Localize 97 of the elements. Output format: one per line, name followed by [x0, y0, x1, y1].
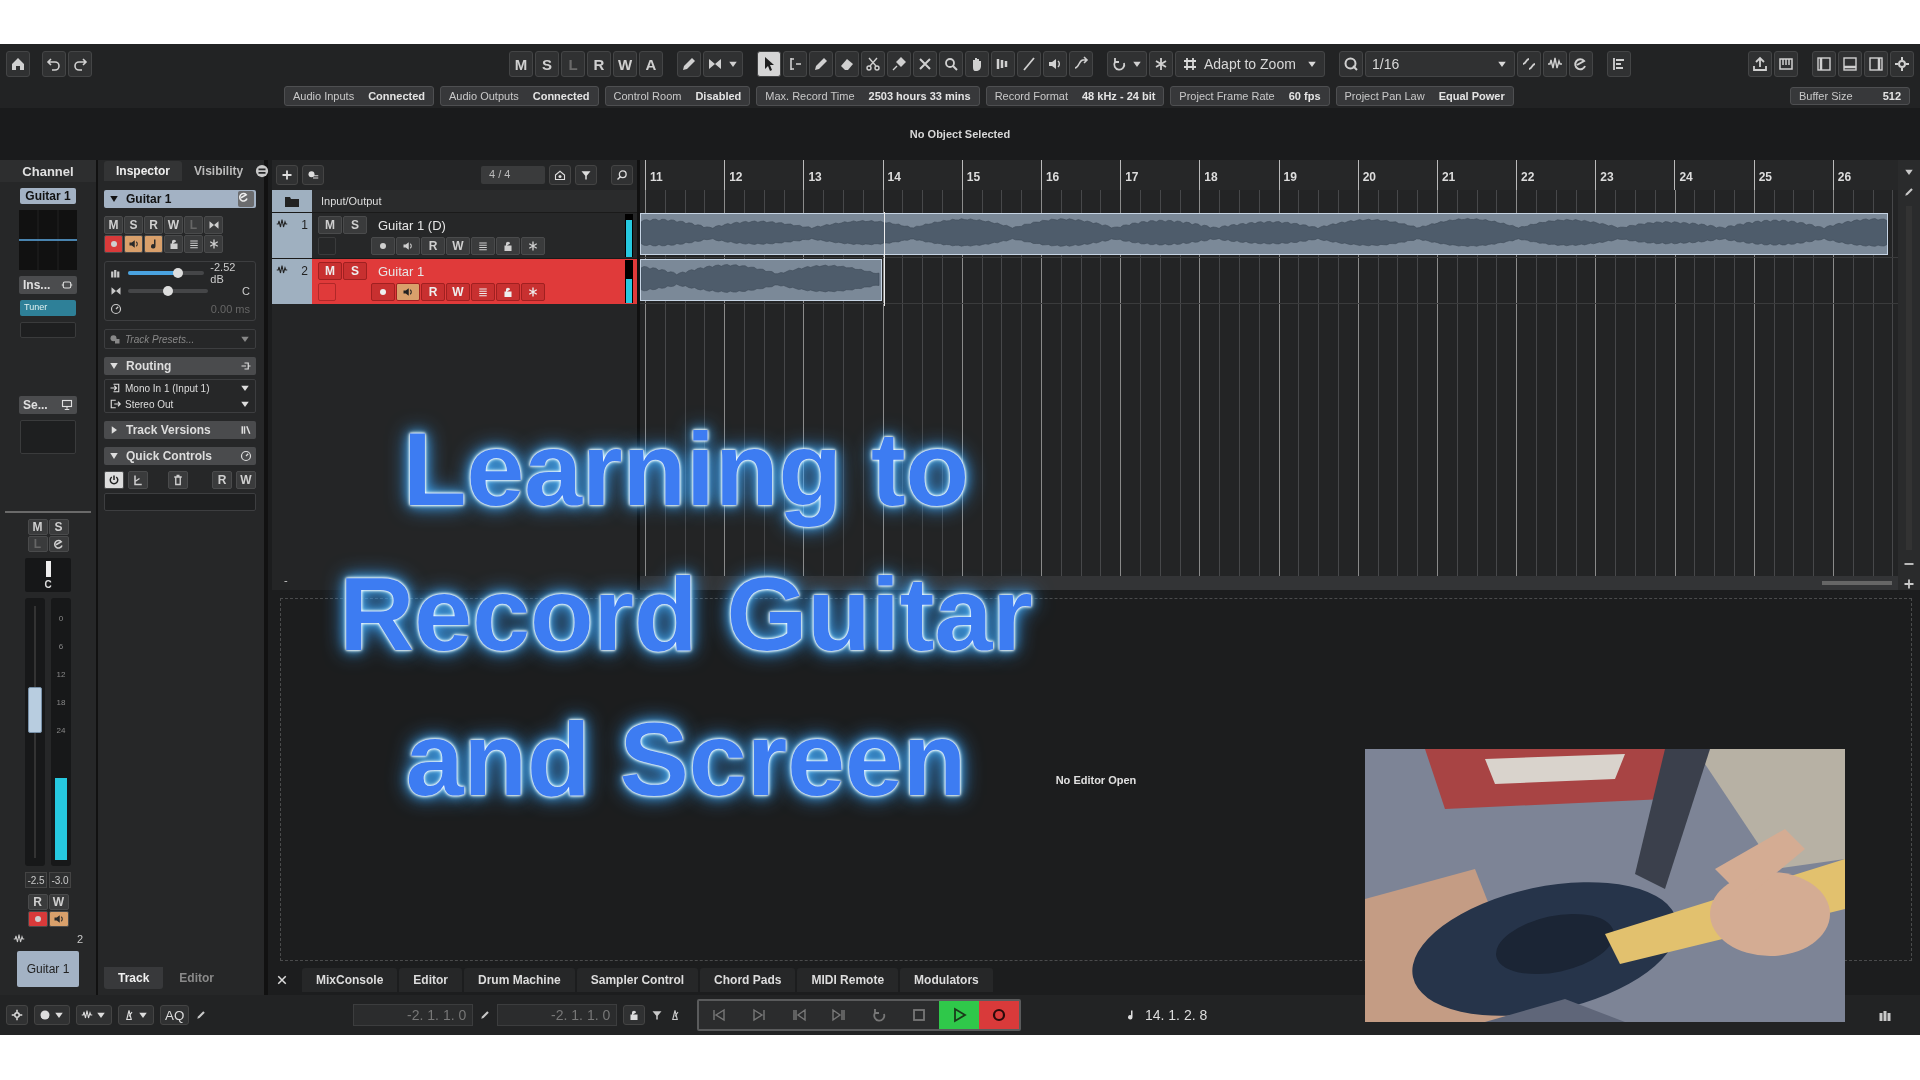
panel-tab[interactable]: Channel	[0, 160, 96, 182]
quantize-dropdown[interactable]: 1/16	[1365, 51, 1515, 77]
insert-slot[interactable]: Tuner	[20, 300, 76, 316]
delay-reading: 0.00 ms	[210, 303, 250, 315]
routing-dropdown[interactable]: Stereo Out	[105, 396, 255, 412]
section-header[interactable]: Routing	[104, 357, 256, 375]
track-button[interactable]: S	[124, 216, 143, 234]
position-display: 14. 1. 2. 8	[1057, 1004, 1208, 1026]
zone-tab[interactable]: Drum Machine	[464, 968, 575, 992]
solo-button[interactable]: S	[343, 262, 367, 280]
read-button[interactable]: R	[421, 237, 445, 255]
editor-message: No Editor Open	[1055, 773, 1137, 786]
presets-field[interactable]: Track Presets...	[104, 329, 256, 349]
section-title: Track Versions	[126, 423, 211, 437]
slider-reading: C	[242, 285, 250, 297]
mode-button[interactable]: R	[587, 51, 611, 77]
zone-tab[interactable]: Modulators	[900, 968, 993, 992]
zone-tab[interactable]: Sampler Control	[576, 968, 699, 992]
channel-number: 2	[76, 933, 83, 945]
scale-label: 6	[58, 642, 64, 651]
info-text: No Object Selected	[909, 128, 1011, 142]
channel-button[interactable]: M	[27, 519, 48, 535]
scale-label: 0	[58, 614, 64, 623]
mode-button[interactable]: M	[509, 51, 533, 77]
section-title: Routing	[126, 359, 172, 373]
track-button[interactable]: R	[144, 216, 163, 234]
section-title: Quick Controls	[126, 449, 212, 463]
channel-button[interactable]: W	[48, 894, 69, 910]
solo-button[interactable]: S	[343, 216, 367, 234]
scale-label: 18	[56, 698, 66, 707]
scale-label: 12	[56, 670, 66, 679]
track-number: 2	[301, 264, 308, 280]
zone-tab[interactable]: Chord Pads	[700, 968, 796, 992]
track-name: Guitar 1 (D)	[378, 217, 446, 233]
zone-tab[interactable]: Editor	[165, 967, 229, 989]
status-label: Control Room	[613, 90, 682, 102]
sends-button[interactable]: Se...	[19, 395, 77, 414]
aq-button[interactable]: AQ	[160, 1005, 190, 1025]
track-row[interactable]: 1 M S Guitar 1 (D) R W	[272, 212, 637, 258]
status-value: Disabled	[695, 90, 742, 102]
pan-control[interactable]: C	[25, 558, 71, 592]
slider-reading: -2.52 dB	[210, 261, 237, 285]
track-button[interactable]: W	[164, 216, 183, 234]
track-button[interactable]: M	[104, 216, 123, 234]
folder-name: Input/Output	[320, 195, 382, 207]
routing-dropdown[interactable]: Mono In 1 (Input 1)	[105, 380, 255, 396]
status-label: Project Frame Rate	[1179, 90, 1275, 102]
status-label: Record Format	[994, 90, 1068, 102]
peak-value: -3.0	[49, 872, 71, 888]
write-button[interactable]: W	[446, 283, 470, 301]
inserts-button[interactable]: Ins...	[19, 276, 77, 294]
status-value: 48 kHz - 24 bit	[1082, 90, 1156, 102]
zone-tab[interactable]: MIDI Remote	[797, 968, 899, 992]
status-label: Audio Inputs	[293, 90, 355, 102]
status-label: Audio Outputs	[449, 90, 519, 102]
title-text: and Screen	[405, 700, 967, 819]
channel-button[interactable]: R	[27, 894, 48, 910]
peak-value: -2.5	[25, 872, 47, 888]
status-value: 60 fps	[1288, 90, 1321, 102]
status-value: Connected	[532, 90, 590, 102]
mode-button[interactable]: S	[535, 51, 559, 77]
automation-button[interactable]: R	[212, 471, 232, 489]
track-row[interactable]: 2 M S Guitar 1 R W	[272, 258, 637, 304]
status-label: Max. Record Time	[765, 90, 855, 102]
channel-button[interactable]: S	[48, 519, 69, 535]
status-value: Connected	[368, 90, 425, 102]
title-text: Learning to	[402, 410, 970, 529]
zoom-mark: -	[284, 574, 288, 586]
mode-button[interactable]: W	[613, 51, 637, 77]
snap-type-dropdown[interactable]: Adapt to Zoom	[1175, 51, 1325, 77]
track-name: Guitar 1	[126, 192, 172, 206]
signature-field[interactable]: 4 / 4	[481, 166, 545, 184]
automation-button[interactable]: W	[236, 471, 256, 489]
status-label: Project Pan Law	[1344, 90, 1425, 102]
inspector-tab[interactable]: Inspector	[104, 161, 182, 181]
zone-tab[interactable]: MixConsole	[302, 968, 398, 992]
title-text: Record Guitar	[339, 555, 1033, 674]
write-button[interactable]: W	[446, 237, 470, 255]
section-header[interactable]: Quick Controls	[104, 447, 256, 465]
channel-name: Guitar 1	[17, 951, 79, 987]
section-header[interactable]: Track Versions	[104, 421, 256, 439]
zone-tab[interactable]: Track	[104, 967, 164, 989]
zone-tab[interactable]: Editor	[399, 968, 462, 992]
track-name: Guitar 1	[378, 263, 425, 279]
track-number: 1	[301, 218, 308, 234]
status-value: 512	[1882, 90, 1901, 102]
status-value: 2503 hours 33 mins	[868, 90, 971, 102]
status-value: Equal Power	[1438, 90, 1505, 102]
mute-button[interactable]: M	[318, 216, 342, 234]
mute-button[interactable]: M	[318, 262, 342, 280]
inspector-tab[interactable]: Visibility	[182, 161, 256, 181]
mode-button[interactable]: A	[639, 51, 663, 77]
track-name-label: Guitar 1	[20, 188, 76, 204]
track-header[interactable]: Guitar 1	[104, 190, 256, 208]
read-button[interactable]: R	[421, 283, 445, 301]
scale-label: 24	[56, 726, 66, 735]
status-label: Buffer Size	[1799, 90, 1853, 102]
